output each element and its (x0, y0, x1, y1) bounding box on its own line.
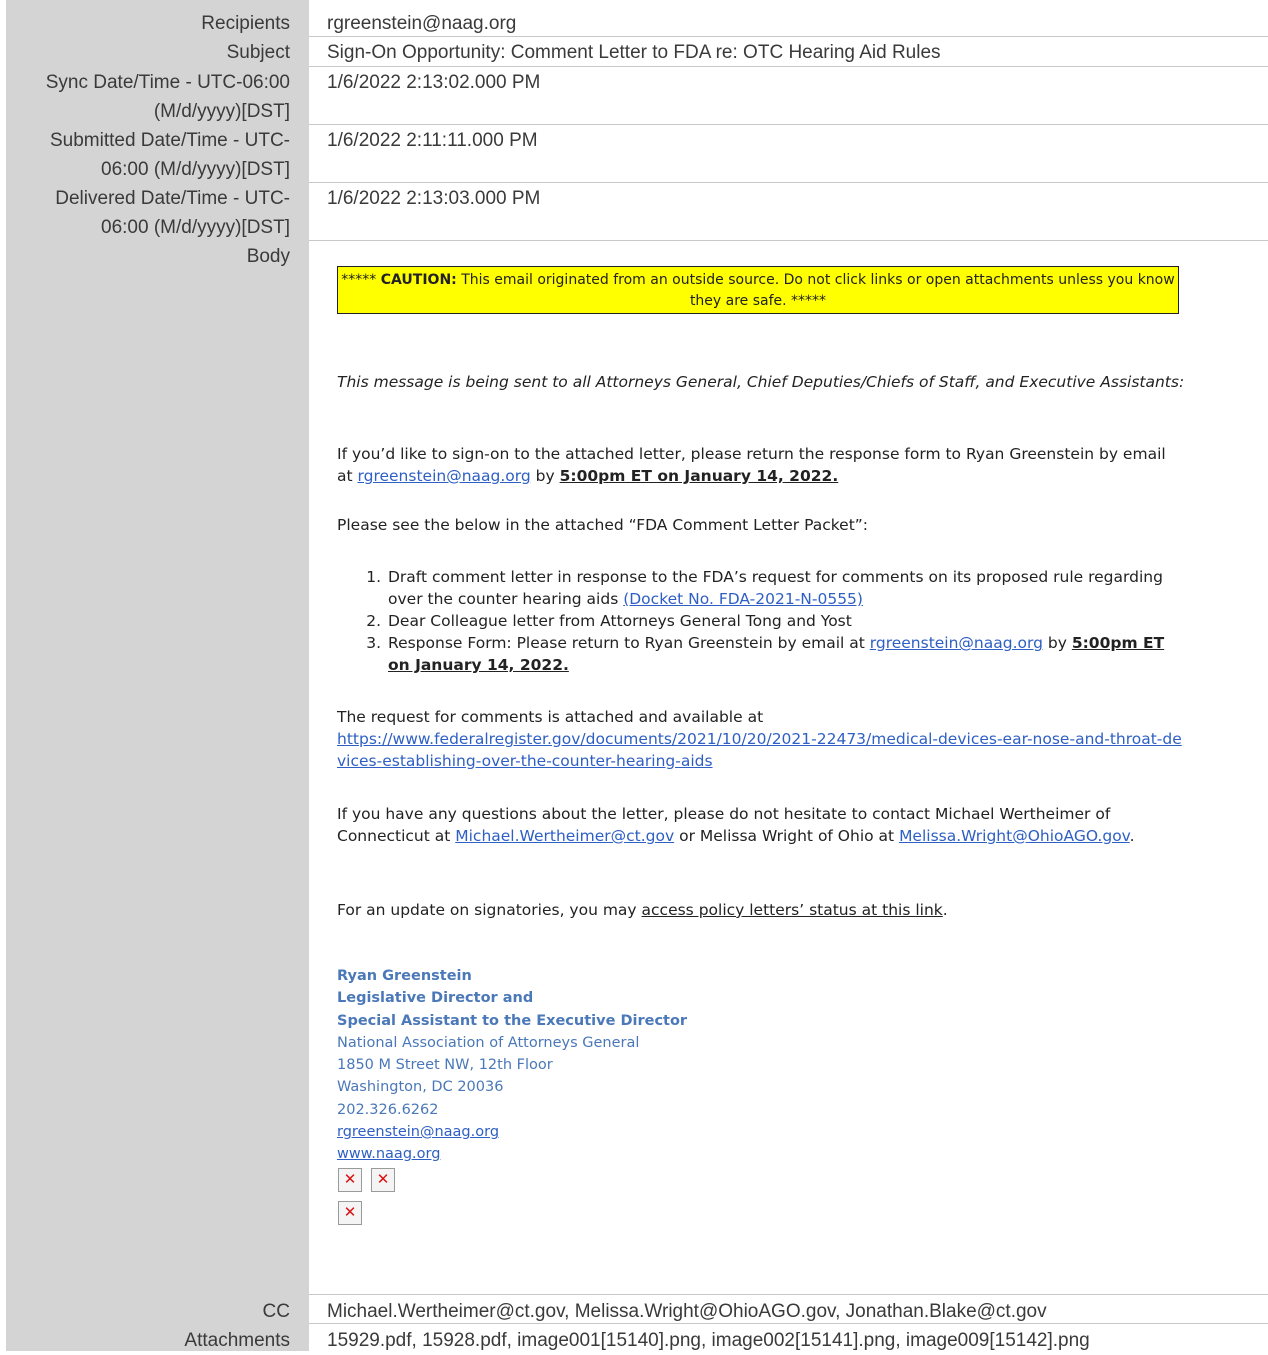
request-paragraph: The request for comments is attached and… (337, 706, 1185, 772)
divider (309, 1323, 1268, 1324)
update-paragraph: For an update on signatories, you may ac… (337, 899, 1185, 921)
request-text: The request for comments is attached and… (337, 708, 764, 726)
recipients-value: rgreenstein@naag.org (327, 13, 517, 34)
signature-address2: Washington, DC 20036 (337, 1079, 504, 1096)
signature-phone: 202.326.6262 (337, 1101, 439, 1118)
recipients-label: Recipients (201, 13, 290, 34)
packet-list: Draft comment letter in response to the … (337, 566, 1186, 676)
update-text: For an update on signatories, you may (337, 901, 642, 919)
broken-image-icon: ✕ (338, 1201, 362, 1225)
caution-text: This email originated from an outside so… (456, 272, 1175, 309)
submitted-label-line2: 06:00 (M/d/yyyy)[DST] (101, 159, 290, 180)
divider (309, 124, 1268, 125)
signon-email-link[interactable]: rgreenstein@naag.org (358, 467, 531, 485)
item3-text: Response Form: Please return to Ryan Gre… (388, 634, 870, 652)
item3-by: by (1042, 634, 1072, 652)
signature-email-link[interactable]: rgreenstein@naag.org (337, 1124, 499, 1140)
federal-register-link[interactable]: https://www.federalregister.gov/document… (337, 730, 1182, 770)
cc-value: Michael.Wertheimer@ct.gov, Melissa.Wrigh… (327, 1301, 1047, 1322)
submitted-label-line1: Submitted Date/Time - UTC- (49, 130, 290, 151)
questions-paragraph: If you have any questions about the lett… (337, 803, 1185, 847)
divider (309, 240, 1268, 241)
divider (309, 36, 1268, 37)
sync-label: Sync Date/Time - UTC-06:00 (M/d/yyyy)[DS… (0, 68, 290, 126)
cc-label: CC (262, 1301, 290, 1322)
delivered-label-line1: Delivered Date/Time - UTC- (55, 188, 290, 209)
sync-label-line2: (M/d/yyyy)[DST] (153, 101, 290, 122)
intro-text: This message is being sent to all Attorn… (337, 373, 1185, 391)
broken-image-icon: ✕ (338, 1168, 362, 1192)
signature-title1: Legislative Director and (337, 990, 534, 1007)
signature-org: National Association of Attorneys Genera… (337, 1034, 640, 1051)
signature-name: Ryan Greenstein (337, 968, 472, 984)
questions-or: or Melissa Wright of Ohio at (674, 827, 900, 845)
submitted-value: 1/6/2022 2:11:11.000 PM (327, 130, 538, 151)
signon-by: by (530, 467, 560, 485)
update-period: . (942, 901, 948, 919)
divider (309, 1294, 1268, 1295)
divider (309, 66, 1268, 67)
caution-prefix: ***** (341, 272, 381, 288)
policy-status-link[interactable]: access policy letters’ status at this li… (642, 901, 943, 919)
wright-email-link[interactable]: Melissa.Wright@OhioAGO.gov (899, 827, 1130, 845)
body-label: Body (246, 246, 290, 267)
signon-deadline: 5:00pm ET on January 14, 2022. (559, 467, 839, 485)
broken-image-icon: ✕ (371, 1168, 395, 1192)
subject-value: Sign-On Opportunity: Comment Letter to F… (327, 42, 941, 63)
subject-label: Subject (226, 42, 290, 63)
sync-label-line1: Sync Date/Time - UTC-06:00 (45, 72, 290, 93)
signature-title2: Special Assistant to the Executive Direc… (337, 1012, 688, 1029)
divider (309, 182, 1268, 183)
response-email-link[interactable]: rgreenstein@naag.org (870, 634, 1043, 652)
submitted-label: Submitted Date/Time - UTC- 06:00 (M/d/yy… (0, 126, 290, 184)
signature-web-link[interactable]: www.naag.org (337, 1146, 440, 1162)
docket-link[interactable]: (Docket No. FDA-2021-N-0555) (623, 590, 863, 608)
signature-block: Ryan Greenstein Legislative Director and… (337, 965, 687, 1166)
questions-period: . (1129, 827, 1135, 845)
list-item: Dear Colleague letter from Attorneys Gen… (386, 610, 1186, 632)
delivered-value: 1/6/2022 2:13:03.000 PM (327, 188, 541, 209)
list-item: Response Form: Please return to Ryan Gre… (386, 632, 1186, 676)
list-item: Draft comment letter in response to the … (386, 566, 1186, 610)
signon-paragraph: If you’d like to sign-on to the attached… (337, 443, 1185, 487)
caution-banner: ***** CAUTION: This email originated fro… (337, 266, 1179, 314)
delivered-label-line2: 06:00 (M/d/yyyy)[DST] (101, 217, 290, 238)
wertheimer-email-link[interactable]: Michael.Wertheimer@ct.gov (455, 827, 674, 845)
packet-intro: Please see the below in the attached “FD… (337, 516, 869, 534)
caution-bold: CAUTION: (380, 272, 457, 288)
sync-value: 1/6/2022 2:13:02.000 PM (327, 72, 541, 93)
signature-address1: 1850 M Street NW, 12th Floor (337, 1057, 553, 1074)
delivered-label: Delivered Date/Time - UTC- 06:00 (M/d/yy… (0, 184, 290, 242)
